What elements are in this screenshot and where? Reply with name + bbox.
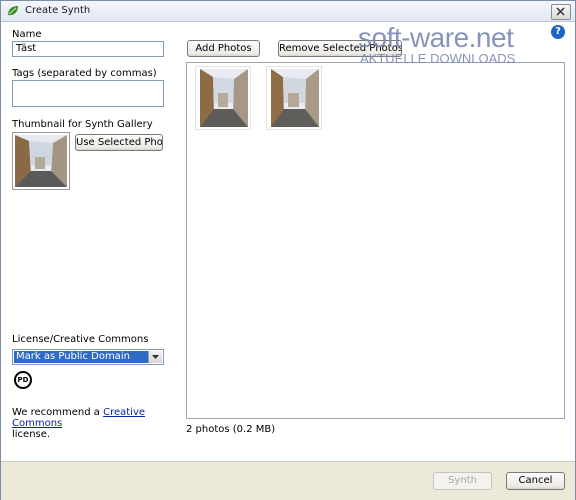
dialog-footer: Synth Cancel — [1, 461, 575, 500]
cancel-button[interactable]: Cancel — [506, 472, 565, 490]
photo-item[interactable] — [195, 66, 251, 130]
gallery-thumbnail[interactable] — [12, 132, 70, 190]
license-select[interactable]: Mark as Public Domain — [12, 349, 164, 365]
remove-selected-photos-button[interactable]: Remove Selected Photos — [278, 40, 402, 57]
window-title: Create Synth — [25, 5, 91, 16]
dialog-body: Name Täst Tags (separated by commas) Thu… — [1, 22, 575, 461]
title-bar[interactable]: Create Synth — [1, 1, 575, 22]
help-icon[interactable]: ? — [551, 25, 565, 39]
synth-button[interactable]: Synth — [433, 472, 492, 490]
photo-item[interactable] — [266, 66, 322, 130]
public-domain-icon: PD — [14, 371, 32, 389]
photo-summary: 2 photos (0.2 MB) — [186, 424, 276, 435]
tags-field[interactable] — [12, 80, 164, 107]
synth-leaf-icon — [8, 6, 18, 16]
name-label: Name — [12, 29, 42, 40]
recommend-text-end: license. — [12, 429, 51, 440]
photo-list[interactable] — [186, 62, 565, 419]
street-photo-image — [15, 135, 67, 187]
dropdown-arrow-button[interactable] — [148, 351, 162, 363]
chevron-down-icon — [152, 355, 159, 359]
add-photos-button[interactable]: Add Photos — [187, 40, 260, 57]
street-photo-image — [200, 69, 248, 127]
license-selected-value: Mark as Public Domain — [14, 351, 148, 363]
recommend-text: We recommend a — [12, 407, 104, 418]
create-synth-dialog: Create Synth Name Täst Tags (separated b… — [0, 0, 576, 500]
street-photo-image — [271, 69, 319, 127]
name-field[interactable]: Täst — [12, 41, 164, 57]
thumbnail-label: Thumbnail for Synth Gallery — [12, 119, 153, 130]
license-label: License/Creative Commons — [12, 334, 149, 345]
tags-label: Tags (separated by commas) — [12, 68, 157, 79]
close-button[interactable] — [551, 4, 571, 20]
close-icon — [556, 7, 565, 16]
license-recommendation: We recommend a Creative Commons license. — [12, 407, 172, 440]
use-selected-photo-button[interactable]: Use Selected Photo — [75, 134, 163, 151]
